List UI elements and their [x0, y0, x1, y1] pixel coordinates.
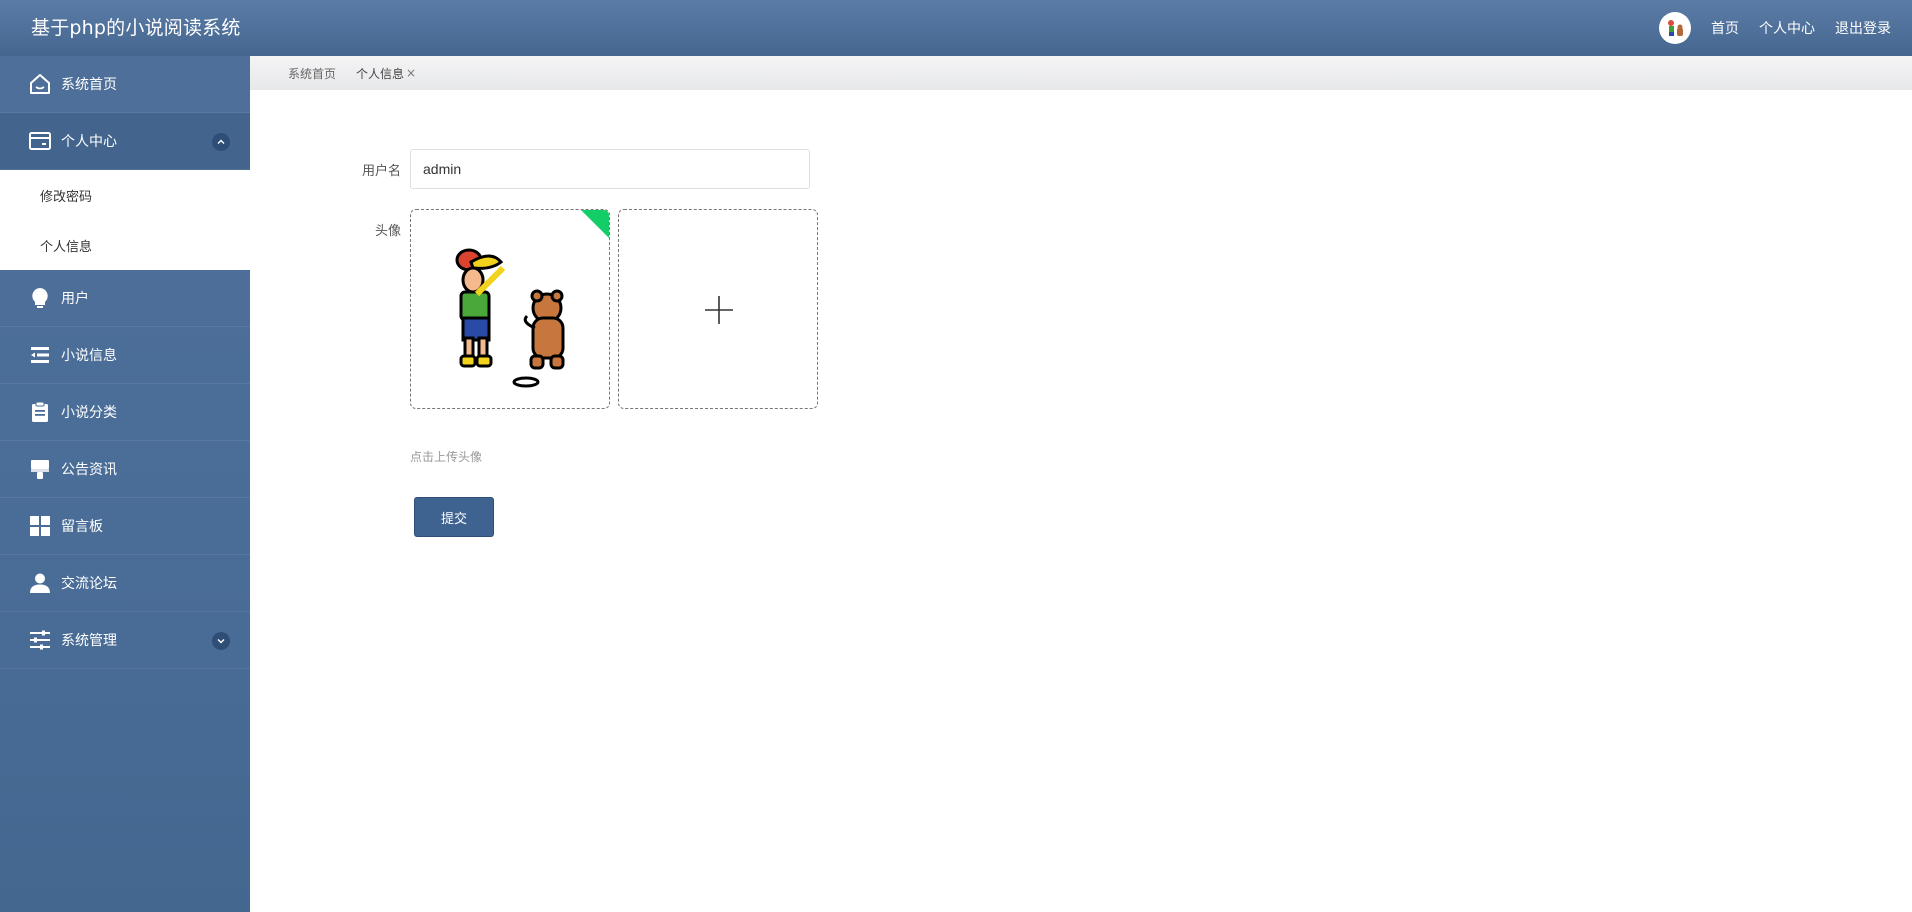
user-icon [27, 570, 53, 596]
avatar-label: 头像 [374, 224, 401, 239]
sidebar-item-forum[interactable]: 交流论坛 [0, 555, 250, 612]
sidebar-item-message-board[interactable]: 留言板 [0, 498, 250, 555]
submit-button[interactable]: 提交 [414, 497, 494, 537]
sidebar-item-announcements[interactable]: 公告资讯 [0, 441, 250, 498]
avatar-preview[interactable] [410, 209, 610, 409]
avatar-upload-button[interactable] [618, 209, 818, 409]
bulb-icon [27, 285, 53, 311]
avatar[interactable] [1659, 12, 1691, 44]
avatar-cartoon-icon [1668, 20, 1683, 36]
clipboard-icon [27, 399, 53, 425]
card-icon [27, 128, 53, 154]
sidebar: 系统首页 个人中心 修改密码 个人信息 用户 小说信息 小说分类 公告资讯 留言… [0, 56, 250, 912]
header-actions: 首页 个人中心 退出登录 [1659, 12, 1891, 44]
sidebar-item-novels[interactable]: 小说信息 [0, 327, 250, 384]
breadcrumb: 系统首页 个人信息 × [250, 56, 1912, 90]
breadcrumb-personal-info[interactable]: 个人信息 [356, 65, 404, 82]
sliders-icon [27, 627, 53, 653]
profile-center-link[interactable]: 个人中心 [1759, 18, 1815, 38]
sidebar-item-label: 系统管理 [61, 633, 117, 649]
plus-icon [705, 296, 733, 324]
chevron-down-icon[interactable] [212, 632, 230, 650]
upload-hint: 点击上传头像 [410, 450, 483, 464]
sidebar-item-personal-center[interactable]: 个人中心 [0, 113, 250, 170]
sidebar-item-system-management[interactable]: 系统管理 [0, 612, 250, 669]
top-header: 基于php的小说阅读系统 首页 个人中心 退出登录 [0, 0, 1912, 56]
sidebar-item-label: 系统首页 [61, 77, 117, 93]
sidebar-item-label: 用户 [61, 291, 89, 307]
brush-icon [27, 456, 53, 482]
home-icon [27, 71, 53, 97]
sidebar-item-label: 小说信息 [61, 348, 117, 364]
sidebar-subitem-personal-info[interactable]: 个人信息 [0, 220, 250, 270]
list-icon [27, 342, 53, 368]
chevron-up-icon[interactable] [212, 133, 230, 151]
sidebar-item-label: 留言板 [61, 519, 103, 535]
close-icon[interactable]: × [406, 66, 416, 80]
home-link[interactable]: 首页 [1711, 18, 1739, 38]
sidebar-item-categories[interactable]: 小说分类 [0, 384, 250, 441]
sidebar-item-label: 公告资讯 [61, 462, 117, 478]
sidebar-item-label: 小说分类 [61, 405, 117, 421]
avatar-image [455, 248, 565, 388]
username-label: 用户名 [361, 164, 401, 179]
logout-link[interactable]: 退出登录 [1835, 18, 1891, 38]
personal-center-submenu: 修改密码 个人信息 [0, 170, 250, 270]
sidebar-item-label: 个人中心 [61, 134, 117, 150]
sidebar-subitem-change-password[interactable]: 修改密码 [0, 170, 250, 220]
sidebar-item-home[interactable]: 系统首页 [0, 56, 250, 113]
username-input[interactable] [410, 149, 810, 189]
sidebar-item-label: 交流论坛 [61, 576, 117, 592]
breadcrumb-home[interactable]: 系统首页 [288, 65, 336, 82]
grid-icon [27, 513, 53, 539]
app-title: 基于php的小说阅读系统 [31, 17, 241, 39]
sidebar-item-users[interactable]: 用户 [0, 270, 250, 327]
